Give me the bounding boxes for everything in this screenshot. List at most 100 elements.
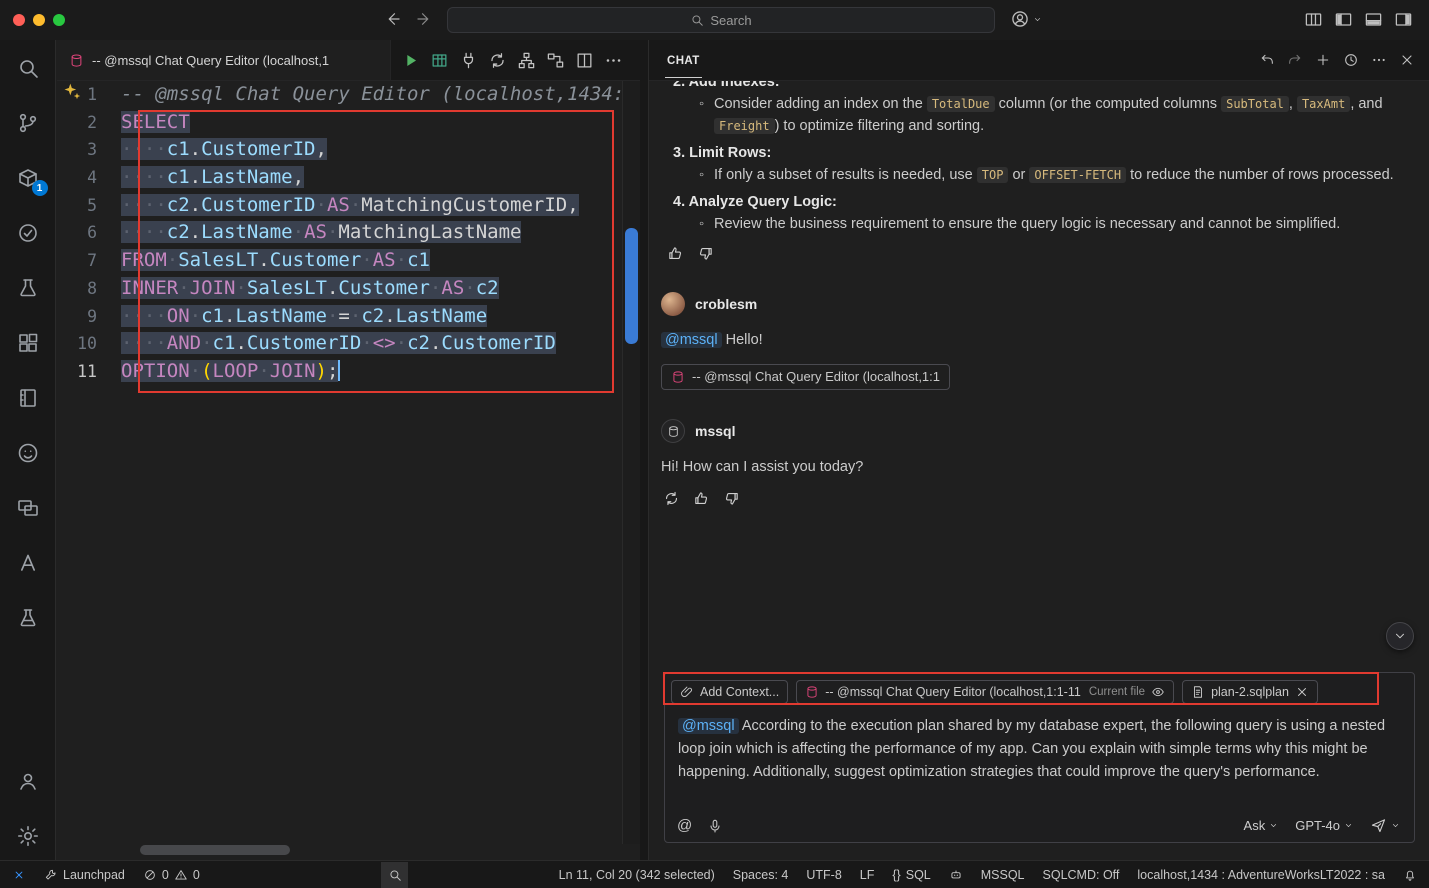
sidebar-item-package[interactable]: 1 <box>16 166 40 190</box>
new-chat-button[interactable] <box>1315 52 1331 68</box>
close-panel-button[interactable] <box>1399 52 1415 68</box>
estimated-plan-button[interactable] <box>517 51 536 70</box>
editor-actions <box>391 40 640 80</box>
sidebar-item-run-queries[interactable] <box>16 276 40 300</box>
results-grid-button[interactable] <box>430 51 449 70</box>
split-editor-button[interactable] <box>575 51 594 70</box>
refresh-connection-button[interactable] <box>488 51 507 70</box>
scroll-to-bottom-button[interactable] <box>1386 622 1414 650</box>
toggle-primary-sidebar-button[interactable] <box>1334 10 1353 29</box>
more-actions-button[interactable] <box>1371 52 1387 68</box>
context-plan-chip[interactable]: plan-2.sqlplan <box>1182 680 1318 704</box>
chat-history-button[interactable] <box>1343 52 1359 68</box>
launchpad-item[interactable]: Launchpad <box>44 868 125 882</box>
check-circle-icon <box>16 221 40 245</box>
sidebar-item-mssql[interactable] <box>16 606 40 630</box>
close-window-button[interactable] <box>13 14 25 26</box>
encoding-item[interactable]: UTF-8 <box>806 868 841 882</box>
redo-button[interactable] <box>1287 52 1303 68</box>
window-controls <box>13 14 65 26</box>
thumbs-up-button[interactable] <box>693 490 710 507</box>
editor-horizontal-scrollbar[interactable] <box>140 845 290 855</box>
add-context-button[interactable]: Add Context... <box>671 680 788 704</box>
mssql-status-item[interactable]: MSSQL <box>981 868 1025 882</box>
toggle-secondary-sidebar-button[interactable] <box>1394 10 1413 29</box>
thumbs-down-button[interactable] <box>697 245 714 262</box>
eol-item[interactable]: LF <box>860 868 875 882</box>
change-connection-button[interactable] <box>459 51 478 70</box>
sidebar-item-search[interactable] <box>16 56 40 80</box>
gear-icon <box>16 824 40 848</box>
sidebar-item-notebooks[interactable] <box>16 386 40 410</box>
github-icon <box>16 441 40 465</box>
activity-badge: 1 <box>32 180 48 196</box>
remote-indicator[interactable] <box>12 868 26 882</box>
sidebar-item-source-control[interactable] <box>16 111 40 135</box>
settings-button[interactable] <box>16 824 40 848</box>
sidebar-item-testing[interactable] <box>16 221 40 245</box>
search-icon <box>16 56 40 80</box>
accounts-button[interactable] <box>16 769 40 793</box>
thumbs-up-button[interactable] <box>667 245 684 262</box>
avatar <box>661 292 685 316</box>
send-button[interactable] <box>1370 817 1400 834</box>
wrench-icon <box>44 868 58 882</box>
thumbs-down-button[interactable] <box>723 490 740 507</box>
chat-panel-title[interactable]: CHAT <box>665 43 702 78</box>
title-bar: Search <box>0 0 1429 40</box>
plug-icon <box>459 51 478 70</box>
copilot-status-item[interactable] <box>949 868 963 882</box>
code-area[interactable]: 1-- @mssql Chat Query Editor (localhost,… <box>57 81 622 844</box>
regenerate-button[interactable] <box>663 490 680 507</box>
minimize-window-button[interactable] <box>33 14 45 26</box>
remove-context-icon[interactable] <box>1295 685 1309 699</box>
run-query-button[interactable] <box>401 51 420 70</box>
azure-icon <box>16 551 40 575</box>
sqlcmd-status-item[interactable]: SQLCMD: Off <box>1043 868 1120 882</box>
microphone-button[interactable] <box>707 818 723 834</box>
editor-vertical-scrollbar[interactable] <box>622 81 640 844</box>
maximize-window-button[interactable] <box>53 14 65 26</box>
problems-item[interactable]: 0 0 <box>143 868 200 882</box>
forward-button[interactable] <box>415 10 433 28</box>
list-item-limit-rows: 3. Limit Rows: <box>673 142 1405 164</box>
tab-title: -- @mssql Chat Query Editor (localhost,1 <box>92 53 329 68</box>
account-menu-button[interactable] <box>1010 9 1042 29</box>
bell-icon <box>1403 868 1417 882</box>
list-bullet: Review the business requirement to ensur… <box>699 213 1405 235</box>
chat-header: CHAT <box>649 40 1429 81</box>
context-file-chip[interactable]: -- @mssql Chat Query Editor (localhost,1… <box>796 680 1174 704</box>
query-plan-button[interactable] <box>546 51 565 70</box>
copilot-sparkle-icon[interactable] <box>62 82 82 107</box>
model-selector[interactable]: GPT-4o <box>1295 818 1353 833</box>
chat-input-text[interactable]: @mssql According to the execution plan s… <box>665 705 1414 784</box>
indentation-item[interactable]: Spaces: 4 <box>733 868 789 882</box>
paperclip-icon <box>680 685 694 699</box>
sidebar-item-azure[interactable] <box>16 551 40 575</box>
panel-sash[interactable] <box>640 40 648 860</box>
mode-selector[interactable]: Ask <box>1244 818 1279 833</box>
sidebar-item-remote-explorer[interactable] <box>16 496 40 520</box>
plan-file-icon <box>1191 685 1205 699</box>
chevron-down-icon <box>1269 821 1278 830</box>
more-actions-button[interactable] <box>604 51 623 70</box>
command-center-search[interactable]: Search <box>447 7 995 33</box>
sidebar-item-extensions[interactable] <box>16 331 40 355</box>
attached-file-pill[interactable]: -- @mssql Chat Query Editor (localhost,1… <box>661 364 950 390</box>
mention-button[interactable]: @ <box>677 817 692 834</box>
toggle-panel-button[interactable] <box>1364 10 1383 29</box>
zoom-indicator[interactable] <box>381 862 408 888</box>
error-icon <box>143 868 157 882</box>
editor-layout-button[interactable] <box>1304 10 1323 29</box>
scrollbar-thumb[interactable] <box>625 228 638 344</box>
language-mode-item[interactable]: {}SQL <box>892 868 930 882</box>
cursor-position-item[interactable]: Ln 11, Col 20 (342 selected) <box>559 868 715 882</box>
undo-button[interactable] <box>1259 52 1275 68</box>
eye-icon[interactable] <box>1151 685 1165 699</box>
sidebar-item-github[interactable] <box>16 441 40 465</box>
chevron-down-icon <box>1033 15 1042 24</box>
notifications-bell[interactable] <box>1403 868 1417 882</box>
connection-status-item[interactable]: localhost,1434 : AdventureWorksLT2022 : … <box>1137 868 1385 882</box>
back-button[interactable] <box>384 10 402 28</box>
editor-tab[interactable]: -- @mssql Chat Query Editor (localhost,1 <box>57 40 391 80</box>
